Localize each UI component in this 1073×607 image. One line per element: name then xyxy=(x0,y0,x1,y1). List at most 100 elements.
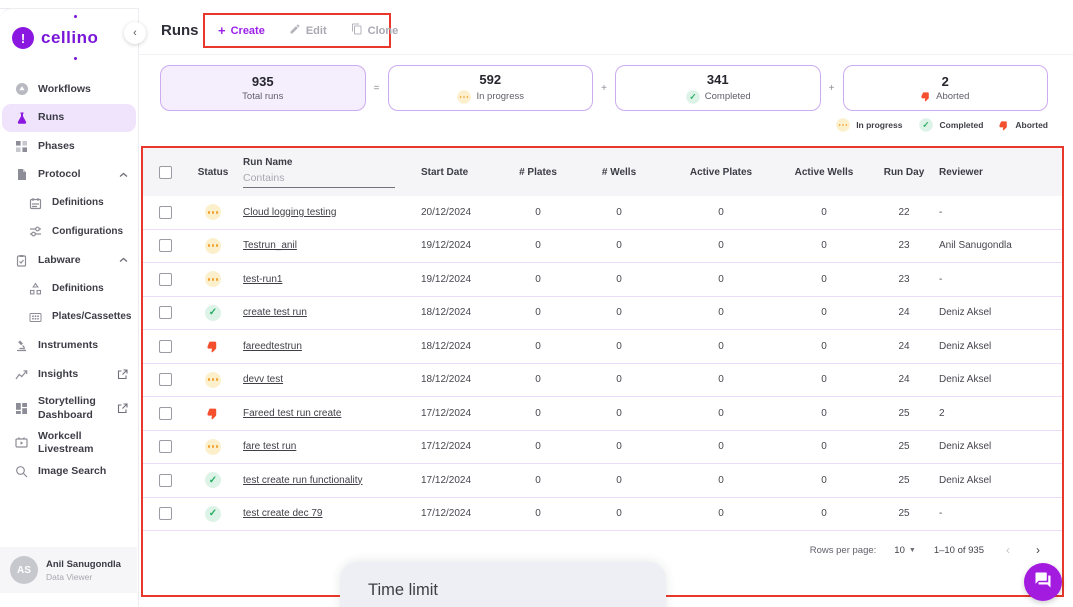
sidebar-item-configurations[interactable]: Configurations xyxy=(0,218,138,247)
run-day-cell: 25 xyxy=(898,474,910,486)
run-name-link[interactable]: Testrun_anil xyxy=(243,240,297,251)
row-checkbox[interactable] xyxy=(158,440,172,454)
next-page-button[interactable]: › xyxy=(1032,543,1044,557)
plates-cell: 0 xyxy=(535,206,541,218)
phases-icon xyxy=(14,139,29,154)
start-date-cell: 18/12/2024 xyxy=(421,307,472,319)
wells-cell: 0 xyxy=(616,273,622,285)
active-plates-cell: 0 xyxy=(718,441,724,453)
run-day-cell: 25 xyxy=(898,508,910,520)
sidebar-item-insights[interactable]: Insights xyxy=(0,360,138,389)
row-checkbox[interactable] xyxy=(158,406,172,420)
wells-cell: 0 xyxy=(616,407,622,419)
sidebar-item-protocol-definitions[interactable]: Definitions xyxy=(0,189,138,218)
run-name-filter-input[interactable] xyxy=(243,169,395,188)
status-cell: ✓ xyxy=(187,304,239,321)
active-wells-cell: 0 xyxy=(821,474,827,486)
run-name-link[interactable]: fareedtestrun xyxy=(243,341,302,352)
annotation-box-actions: + Create Edit Clone xyxy=(203,13,398,48)
start-date-cell: 17/12/2024 xyxy=(421,508,472,520)
row-checkbox[interactable] xyxy=(158,272,172,286)
chevron-up-icon xyxy=(119,172,128,178)
start-date-cell: 17/12/2024 xyxy=(421,474,472,486)
run-name-link[interactable]: test create dec 79 xyxy=(243,508,323,519)
row-checkbox[interactable] xyxy=(158,239,172,253)
livestream-tv-icon xyxy=(14,435,29,450)
sidebar-item-labware[interactable]: Labware xyxy=(0,246,138,275)
sidebar-item-labware-definitions[interactable]: Definitions xyxy=(0,275,138,304)
completed-check-icon: ✓ xyxy=(205,472,221,489)
rows-per-page-select[interactable]: 10 ▼ xyxy=(894,545,916,556)
wells-cell: 0 xyxy=(616,508,622,520)
status-cell xyxy=(187,371,239,388)
aborted-thumbs-down-icon xyxy=(207,407,220,420)
chat-fab-button[interactable] xyxy=(1024,563,1062,601)
column-header-wells: # Wells xyxy=(601,166,637,178)
plus-operator: + xyxy=(828,82,835,94)
sidebar-item-plates-cassettes[interactable]: Plates/Cassettes xyxy=(0,303,138,332)
start-date-cell: 18/12/2024 xyxy=(421,374,472,386)
active-wells-cell: 0 xyxy=(821,240,827,252)
status-cell xyxy=(187,204,239,221)
brand-name: cellino xyxy=(41,28,99,47)
sidebar-item-instruments[interactable]: Instruments xyxy=(0,332,138,361)
run-day-cell: 25 xyxy=(898,441,910,453)
row-checkbox[interactable] xyxy=(158,339,172,353)
run-name-link[interactable]: Fareed test run create xyxy=(243,408,341,419)
page-title: Runs xyxy=(161,22,199,39)
previous-page-button[interactable]: ‹ xyxy=(1002,543,1014,557)
row-checkbox[interactable] xyxy=(158,507,172,521)
rows-per-page-label: Rows per page: xyxy=(809,544,877,556)
start-date-cell: 20/12/2024 xyxy=(421,206,472,218)
row-checkbox[interactable] xyxy=(158,205,172,219)
sidebar-item-phases[interactable]: Phases xyxy=(0,132,138,161)
sidebar-item-runs[interactable]: Runs xyxy=(2,103,136,132)
user-profile[interactable]: AS Anil Sanugondla Data Viewer xyxy=(0,547,137,593)
create-button[interactable]: + Create xyxy=(218,23,265,38)
plates-cell: 0 xyxy=(535,474,541,486)
edit-button[interactable]: Edit xyxy=(289,23,327,38)
table-row: ✓ test create run functionality 17/12/2024… xyxy=(143,464,1062,498)
legend-completed: ✓ Completed xyxy=(918,117,983,133)
run-day-cell: 24 xyxy=(898,340,910,352)
sidebar-item-storytelling-dashboard[interactable]: Storytelling Dashboard xyxy=(0,389,138,429)
table-row: fareedtestrun 18/12/2024 0 0 0 0 24 Deniz Aksel xyxy=(143,330,1062,364)
in-progress-icon xyxy=(205,438,221,455)
sidebar-item-image-search[interactable]: Image Search xyxy=(0,457,138,486)
run-name-link[interactable]: test create run functionality xyxy=(243,475,363,486)
user-avatar: AS xyxy=(10,556,38,584)
sidebar-item-workflows[interactable]: Workflows xyxy=(0,75,138,104)
clone-button[interactable]: Clone xyxy=(351,23,398,38)
table-row: test-run1 19/12/2024 0 0 0 0 23 - xyxy=(143,263,1062,297)
status-legend: In progress ✓ Completed Aborted xyxy=(835,117,1048,133)
reviewer-cell: Anil Sanugondla xyxy=(939,240,1012,252)
run-name-link[interactable]: create test run xyxy=(243,307,307,318)
row-checkbox[interactable] xyxy=(158,473,172,487)
active-plates-cell: 0 xyxy=(718,240,724,252)
active-wells-cell: 0 xyxy=(821,441,827,453)
table-row: Fareed test run create 17/12/2024 0 0 0 0 25 2 xyxy=(143,397,1062,431)
caret-down-icon: ▼ xyxy=(908,546,916,554)
sidebar-item-workcell-livestream[interactable]: Workcell Livestream xyxy=(0,429,138,458)
page-header: Runs + Create Edit Clone xyxy=(139,8,1073,55)
run-name-link[interactable]: test-run1 xyxy=(243,274,282,285)
start-date-cell: 17/12/2024 xyxy=(421,407,472,419)
run-name-link[interactable]: devv test xyxy=(243,374,283,385)
start-date-cell: 19/12/2024 xyxy=(421,273,472,285)
run-name-link[interactable]: Cloud logging testing xyxy=(243,207,336,218)
reviewer-cell: Deniz Aksel xyxy=(939,441,992,453)
row-checkbox[interactable] xyxy=(158,373,172,387)
status-cell xyxy=(187,340,239,353)
completed-check-icon: ✓ xyxy=(685,89,700,104)
sidebar-collapse-button[interactable]: ‹ xyxy=(124,22,146,44)
plates-cell: 0 xyxy=(535,407,541,419)
run-name-link[interactable]: fare test run xyxy=(243,441,296,452)
select-all-checkbox[interactable] xyxy=(158,165,172,179)
row-checkbox[interactable] xyxy=(158,306,172,320)
runs-flask-icon xyxy=(14,110,29,125)
sidebar-item-protocol[interactable]: Protocol xyxy=(0,161,138,190)
run-day-cell: 24 xyxy=(898,307,910,319)
chevron-up-icon xyxy=(119,257,128,263)
active-plates-cell: 0 xyxy=(718,340,724,352)
reviewer-cell: Deniz Aksel xyxy=(939,340,992,352)
